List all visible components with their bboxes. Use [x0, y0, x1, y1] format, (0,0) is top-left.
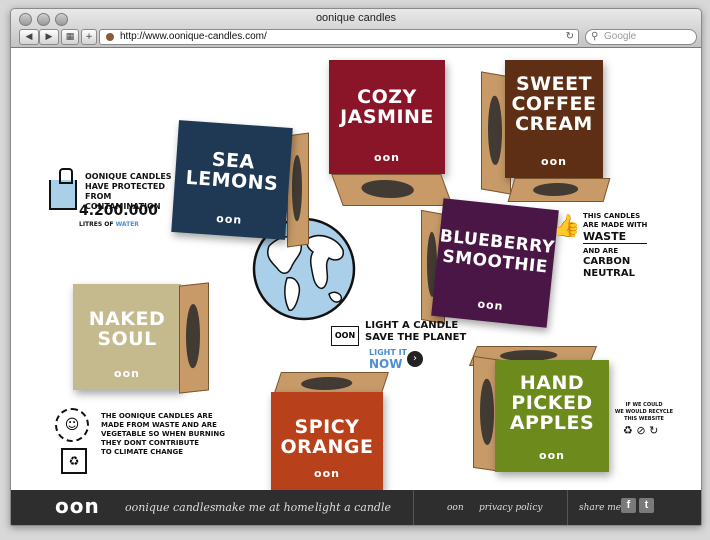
water-tap-icon — [49, 180, 77, 210]
cta-line-1: LIGHT A CANDLE — [365, 320, 459, 331]
waste-stat: 👍 THIS CANDLES ARE MADE WITH WASTE AND A… — [553, 208, 663, 288]
product-face: SPICY ORANGE oon — [271, 392, 383, 490]
vegetable-line-1: THE OONIQUE CANDLES ARE — [101, 412, 213, 420]
product-name: SPICY ORANGE — [280, 416, 374, 459]
waste-big-1: WASTE — [583, 230, 648, 244]
product-face: HAND PICKED APPLES oon — [495, 360, 609, 472]
product-logo: oon — [476, 297, 505, 314]
title-bar: oonique candles ◀ ▶ ▦ + http://www.ooniq… — [11, 9, 701, 48]
search-field[interactable]: ⚲ Google — [585, 29, 697, 45]
site-favicon-icon — [106, 33, 114, 41]
product-logo: oon — [539, 449, 565, 462]
product-name: HAND PICKED APPLES — [509, 372, 595, 435]
add-bookmark-button[interactable]: + — [81, 29, 97, 45]
footer-link-oon[interactable]: oon — [447, 503, 464, 513]
waste-big-3: NEUTRAL — [583, 268, 635, 279]
browser-window: oonique candles ◀ ▶ ▦ + http://www.ooniq… — [10, 8, 702, 526]
back-arrow-icon: ◀ — [25, 32, 33, 42]
waste-line-2: ARE MADE WITH — [583, 221, 648, 229]
recycle-line-2: WE WOULD RECYCLE — [614, 409, 674, 415]
address-bar[interactable]: http://www.oonique-candles.com/ ↻ — [99, 29, 579, 45]
product-face: SWEET COFFEE CREAM oon — [505, 60, 603, 178]
vegetable-line-4: THEY DONT CONTRIBUTE — [101, 439, 200, 447]
thumbs-up-icon: 👍 — [553, 214, 581, 239]
product-logo: oon — [215, 212, 243, 227]
product-logo: oon — [114, 367, 140, 380]
product-name: NAKED SOUL — [88, 308, 166, 351]
recycle-box-icon: ♻ — [61, 448, 87, 474]
footer-link-privacy-policy[interactable]: privacy policy — [479, 503, 542, 513]
water-amount: 4.200.000 — [79, 203, 158, 219]
forward-arrow-icon: ▶ — [45, 32, 53, 42]
recycle-line-1: IF WE COULD — [625, 402, 663, 408]
product-logo: oon — [374, 151, 400, 164]
water-unit-word: WATER — [115, 221, 139, 228]
product-logo: oon — [541, 155, 567, 168]
bookmarks-button[interactable]: ▦ — [61, 29, 79, 45]
recycle-note: IF WE COULD WE WOULD RECYCLE THIS WEBSIT… — [611, 402, 691, 442]
water-stat: OONIQUE CANDLES HAVE PROTECTED FROM CONT… — [47, 166, 187, 236]
sun-icon: ☺ — [55, 408, 89, 442]
product-face: COZY JASMINE oon — [329, 60, 445, 174]
water-line-1: OONIQUE CANDLES — [85, 172, 172, 181]
product-name: COZY JASMINE — [340, 86, 434, 129]
water-unit: LITRES OF — [79, 221, 114, 228]
product-face: BLUEBERRY SMOOTHIE oon — [431, 198, 559, 328]
waste-line-3: AND ARE — [583, 247, 619, 255]
page-content: SEA LEMONS oon COZY JASMINE oon SWEET CO… — [11, 48, 701, 490]
cta-line-2: SAVE THE PLANET — [365, 332, 467, 343]
product-name: SWEET COFFEE CREAM — [511, 73, 597, 136]
site-footer: oon oonique candles make me at home ligh… — [11, 490, 701, 525]
water-line-2: HAVE PROTECTED — [85, 182, 165, 191]
search-placeholder: Google — [604, 31, 637, 42]
window-title: oonique candles — [315, 12, 397, 24]
url-text: http://www.oonique-candles.com/ — [120, 31, 267, 42]
product-name: SEA LEMONS — [184, 148, 279, 196]
share-label: share me — [579, 503, 622, 513]
search-icon: ⚲ — [591, 31, 599, 42]
back-button[interactable]: ◀ — [19, 29, 39, 45]
plus-icon: + — [85, 32, 93, 42]
waste-big-2: CARBON — [583, 256, 631, 267]
cta-link-2[interactable]: NOW — [369, 358, 407, 370]
reload-icon[interactable]: ↻ — [566, 30, 574, 44]
footer-logo[interactable]: oon — [55, 494, 100, 518]
vegetable-line-3: VEGETABLE SO WHEN BURNING — [101, 430, 225, 438]
footer-nav-make-me-at-home[interactable]: make me at home — [215, 501, 314, 514]
light-candle-cta[interactable]: OON LIGHT A CANDLE SAVE THE PLANET LIGHT… — [331, 318, 471, 374]
footer-nav-light-a-candle[interactable]: light a candle — [315, 501, 391, 514]
product-name: BLUEBERRY SMOOTHIE — [438, 226, 556, 278]
forward-button[interactable]: ▶ — [39, 29, 59, 45]
footer-nav-oonique-candles[interactable]: oonique candles — [125, 501, 216, 514]
twitter-icon[interactable]: t — [639, 498, 654, 513]
recycle-line-3: THIS WEBSITE — [624, 416, 664, 422]
product-face: SEA LEMONS oon — [171, 120, 293, 240]
facebook-icon[interactable]: f — [621, 498, 636, 513]
oon-badge: OON — [331, 326, 359, 346]
product-logo: oon — [314, 467, 340, 480]
waste-line-1: THIS CANDLES — [583, 212, 641, 220]
vegetable-line-5: TO CLIMATE CHANGE — [101, 448, 183, 456]
grid-icon: ▦ — [65, 32, 75, 42]
recycle-symbols-icon: ♻ ⊘ ↻ — [623, 424, 659, 437]
arrow-right-icon[interactable]: › — [407, 351, 423, 367]
faucet-icon — [59, 168, 73, 184]
vegetable-line-2: MADE FROM WASTE AND ARE — [101, 421, 217, 429]
product-face: NAKED SOUL oon — [73, 284, 181, 390]
vegetable-statement: ☺ ♻ THE OONIQUE CANDLES ARE MADE FROM WA… — [49, 404, 239, 480]
